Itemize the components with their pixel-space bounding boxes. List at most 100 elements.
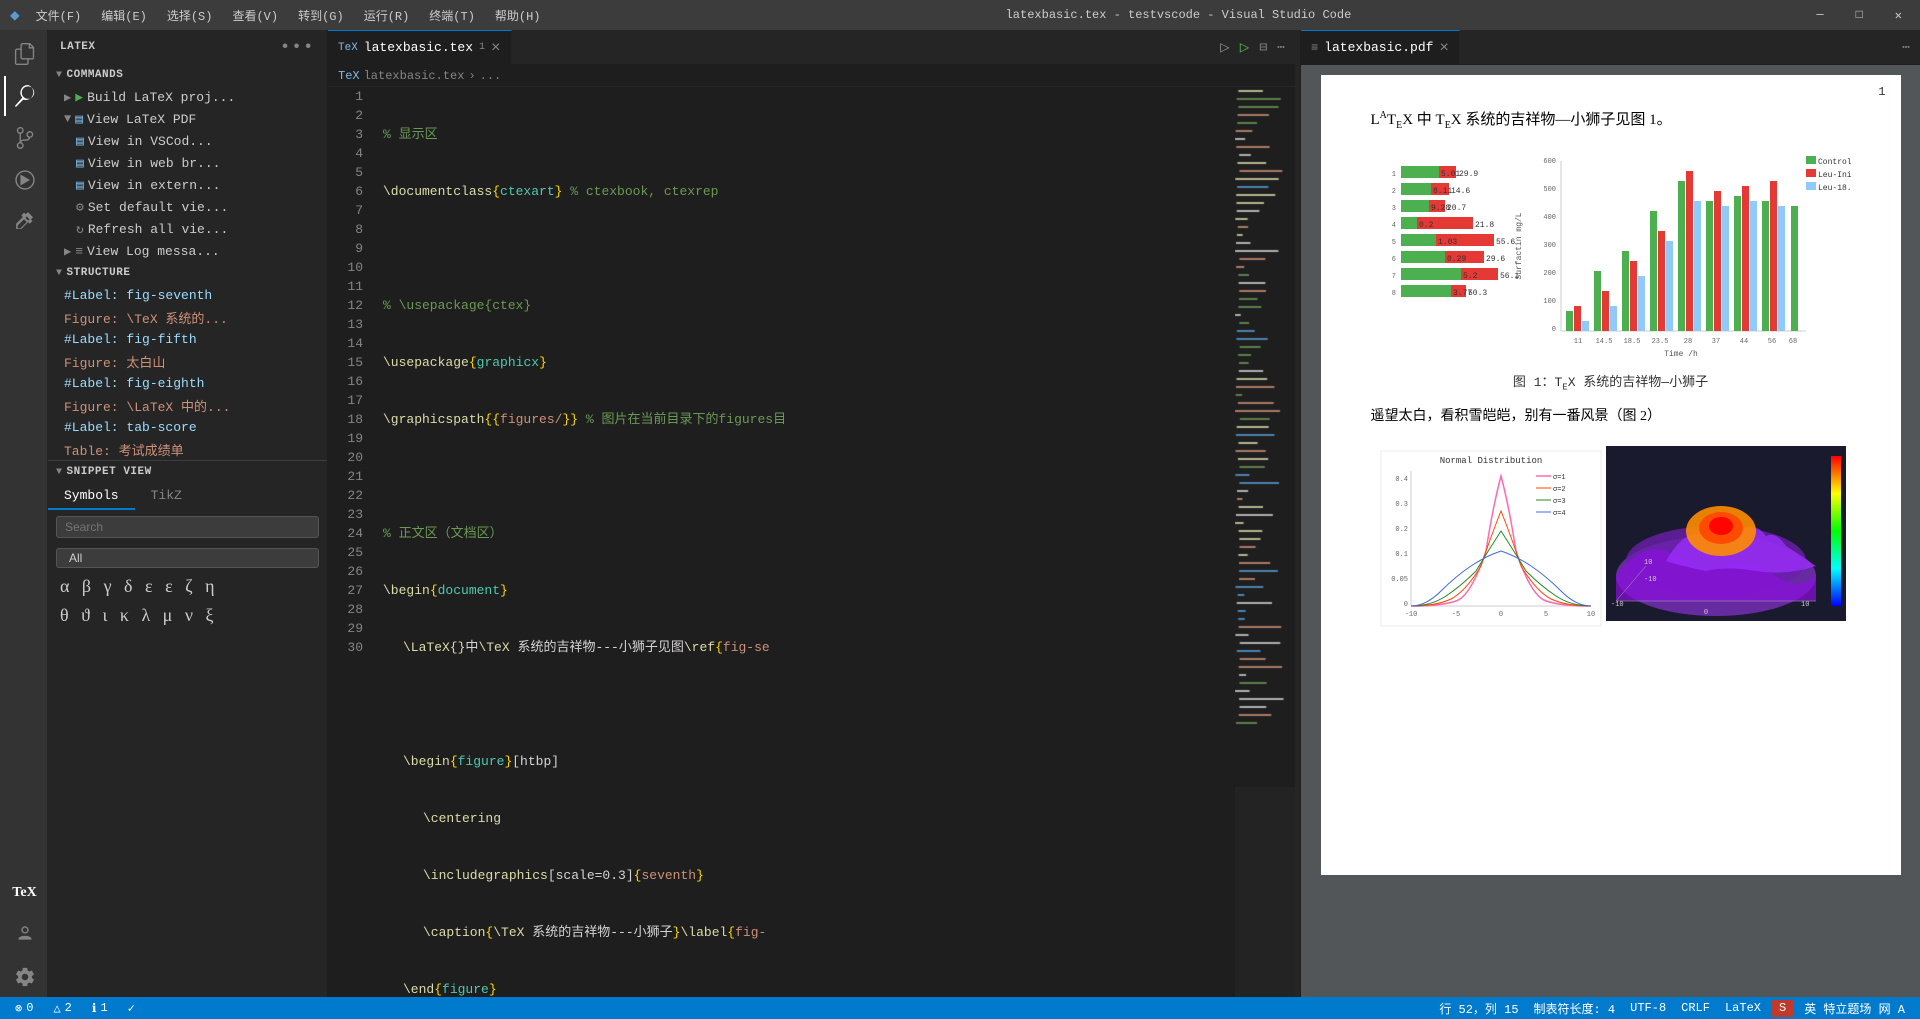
status-warnings[interactable]: △ 2: [48, 1001, 76, 1016]
minimize-button[interactable]: ─: [1808, 6, 1831, 25]
run-button[interactable]: ▷: [1220, 37, 1230, 57]
line-num-11: 11: [328, 277, 363, 296]
activity-run[interactable]: [4, 160, 44, 200]
line-num-22: 22: [328, 486, 363, 505]
view-latex-pdf-item[interactable]: ▼ ▤ View LaTeX PDF: [48, 108, 327, 130]
refresh-views-item[interactable]: ↻ Refresh all vie...: [48, 218, 327, 240]
tab-tikz[interactable]: TikZ: [135, 483, 198, 510]
line-num-15: 15: [328, 353, 363, 372]
status-infos[interactable]: ℹ 1: [87, 1001, 113, 1016]
view-in-extern-item[interactable]: ▤ View in extern...: [48, 174, 327, 196]
status-checkmark[interactable]: ✓: [123, 1001, 140, 1016]
code-line-2: \documentclass{ctexart} % ctexbook, ctex…: [383, 182, 1235, 201]
pdf-more-button[interactable]: ⋯: [1892, 30, 1920, 64]
minimap-canvas: [1235, 87, 1295, 787]
view-log-item[interactable]: ▶ ≡ View Log messa...: [48, 240, 327, 262]
main-area: TeX LATEX ••• ▼ COMMANDS ▶ ▶ Build LaTeX…: [0, 30, 1920, 997]
activity-search[interactable]: [4, 76, 44, 116]
status-position[interactable]: 行 52，列 15: [1434, 1000, 1523, 1017]
status-indent[interactable]: 制表符长度: 4: [1529, 1000, 1621, 1017]
menu-help[interactable]: 帮助(H): [487, 5, 549, 26]
view-in-web-item[interactable]: ▤ View in web br...: [48, 152, 327, 174]
status-line-ending[interactable]: CRLF: [1676, 1000, 1715, 1017]
code-editor[interactable]: 1 2 3 4 5 6 7 8 9 10 11 12 13 14 15 16 1…: [328, 87, 1295, 997]
breadcrumb-sep: ›: [468, 69, 475, 83]
status-language[interactable]: LaTeX: [1720, 1000, 1766, 1017]
pdf-fig1-caption: 图 1：TEX 系统的吉祥物—小狮子: [1371, 371, 1851, 393]
line-num-28: 28: [328, 600, 363, 619]
struct-fig-eighth[interactable]: Figure: \LaTeX 中的...: [48, 394, 327, 416]
menu-terminal[interactable]: 终端(T): [421, 5, 483, 26]
snippet-section-header[interactable]: ▼ SNIPPET VIEW: [48, 461, 327, 483]
struct-label-tab-score[interactable]: #Label: tab-score: [48, 416, 327, 438]
svg-text:300: 300: [1543, 242, 1556, 250]
macro-13: \centering: [423, 809, 501, 828]
warning-icon: △: [53, 1001, 60, 1016]
pdf-tab[interactable]: ≡ latexbasic.pdf ×: [1301, 30, 1460, 64]
brace-15b: }: [673, 923, 681, 942]
menu-select[interactable]: 选择(S): [159, 5, 221, 26]
title-bar-title: latexbasic.tex - testvscode - Visual Stu…: [549, 8, 1809, 22]
svg-text:14.5: 14.5: [1595, 338, 1612, 346]
run-all-button[interactable]: ▷: [1240, 37, 1250, 57]
set-default-view-label: Set default vie...: [88, 200, 228, 215]
close-button[interactable]: ✕: [1887, 6, 1910, 25]
activity-extensions[interactable]: [4, 202, 44, 242]
struct-label-eighth[interactable]: #Label: fig-eighth: [48, 372, 327, 394]
pdf-tab-close[interactable]: ×: [1439, 39, 1449, 57]
split-editor-button[interactable]: ⊟: [1259, 40, 1267, 55]
svg-text:4: 4: [1391, 222, 1395, 230]
view-in-vscode-item[interactable]: ▤ View in VSCod...: [48, 130, 327, 152]
line-num-24: 24: [328, 524, 363, 543]
svg-text:23.5: 23.5: [1651, 338, 1668, 346]
menu-view[interactable]: 查看(V): [224, 5, 286, 26]
activity-settings[interactable]: [4, 957, 44, 997]
activity-account[interactable]: [4, 915, 44, 955]
editor-tab-latexbasic[interactable]: TeX latexbasic.tex 1 ×: [328, 30, 512, 64]
menu-goto[interactable]: 转到(G): [290, 5, 352, 26]
structure-section-header[interactable]: ▼ STRUCTURE: [48, 262, 327, 284]
all-button[interactable]: All: [56, 548, 319, 568]
activity-explorer[interactable]: [4, 34, 44, 74]
struct-fig-fifth[interactable]: Figure: 太白山: [48, 350, 327, 372]
brace-9b: }: [500, 581, 508, 600]
sidebar-more-button[interactable]: •••: [280, 38, 315, 56]
code-line-16: \end{figure}: [383, 980, 1235, 997]
tab-symbols[interactable]: Symbols: [48, 483, 135, 510]
menu-edit[interactable]: 编辑(E): [93, 5, 155, 26]
status-encoding[interactable]: UTF-8: [1625, 1000, 1671, 1017]
status-errors[interactable]: ⊗ 0: [10, 1001, 38, 1016]
pdf-text-1: LATEX 中 TEX 系统的吉祥物—小狮子见图 1。: [1371, 105, 1851, 136]
struct-label-seventh[interactable]: #Label: fig-seventh: [48, 284, 327, 306]
struct-fig-seventh[interactable]: Figure: \TeX 系统的...: [48, 306, 327, 328]
more-actions-button[interactable]: ⋯: [1277, 40, 1285, 55]
refresh-icon: ↻: [76, 222, 84, 237]
menu-run[interactable]: 运行(R): [356, 5, 418, 26]
activity-source-control[interactable]: [4, 118, 44, 158]
view-latex-pdf-label: View LaTeX PDF: [87, 112, 196, 127]
commands-section-header[interactable]: ▼ COMMANDS: [48, 64, 327, 86]
pdf-tab-name: latexbasic.pdf: [1324, 40, 1433, 55]
struct-table-score[interactable]: Table: 考试成绩单: [48, 438, 327, 460]
str-6: figures/: [500, 410, 562, 429]
refresh-views-label: Refresh all vie...: [88, 222, 228, 237]
tab-close-button[interactable]: ×: [491, 39, 501, 57]
svg-text:10: 10: [1644, 559, 1652, 567]
comment-6: % 图片在当前目录下的figures目: [578, 410, 786, 429]
vscode-icon: ◆: [10, 5, 20, 25]
title-bar: ◆ 文件(F) 编辑(E) 选择(S) 查看(V) 转到(G) 运行(R) 终端…: [0, 0, 1920, 30]
greek-symbols-row2: θ ϑ ι κ λ μ ν ξ: [48, 601, 327, 630]
snippet-view: ▼ SNIPPET VIEW Symbols TikZ All α β γ δ …: [48, 460, 327, 630]
snippet-search-input[interactable]: [56, 516, 319, 538]
code-content[interactable]: % 显示区 \documentclass{ctexart} % ctexbook…: [373, 87, 1235, 997]
svg-text:6: 6: [1391, 256, 1395, 264]
build-latex-item[interactable]: ▶ ▶ Build LaTeX proj...: [48, 86, 327, 108]
menu-file[interactable]: 文件(F): [28, 5, 90, 26]
activity-tex[interactable]: TeX: [4, 873, 44, 913]
pdf-content[interactable]: 1 LATEX 中 TEX 系统的吉祥物—小狮子见图 1。 29.9: [1301, 65, 1920, 997]
struct-label-fifth[interactable]: #Label: fig-fifth: [48, 328, 327, 350]
maximize-button[interactable]: □: [1848, 6, 1871, 25]
svg-text:600: 600: [1543, 158, 1556, 166]
set-default-view-item[interactable]: ⚙ Set default vie...: [48, 196, 327, 218]
status-right: 行 52，列 15 制表符长度: 4 UTF-8 CRLF LaTeX S 英 …: [1434, 1000, 1910, 1017]
